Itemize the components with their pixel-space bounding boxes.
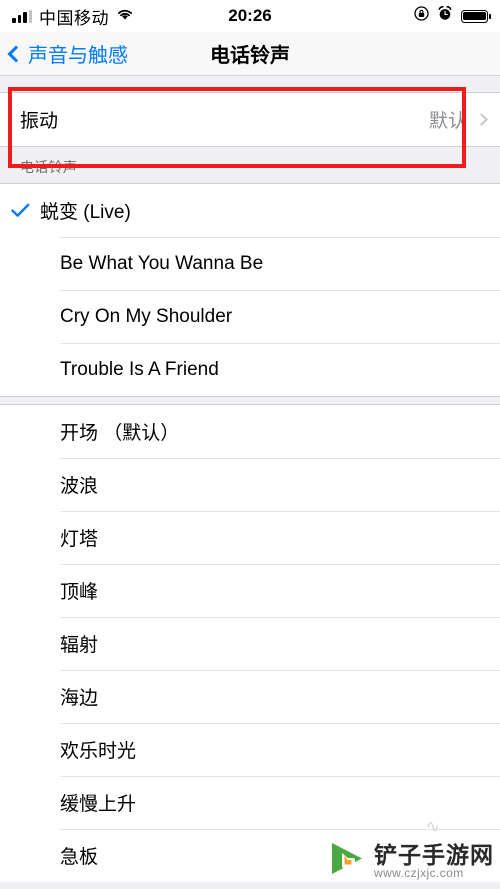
checkmark-icon bbox=[0, 203, 40, 218]
ringtone-row[interactable]: 辐射 bbox=[0, 617, 500, 670]
cursor-play-logo-icon bbox=[326, 840, 368, 883]
group-spacer bbox=[0, 397, 500, 404]
ringtone-label: 蜕变 (Live) bbox=[40, 202, 131, 223]
ringtone-label: Be What You Wanna Be bbox=[60, 252, 264, 274]
status-bar-right bbox=[414, 5, 491, 26]
battery-icon bbox=[461, 9, 491, 23]
ringtone-label: 缓慢上升 bbox=[60, 794, 137, 815]
ringtone-label: Cry On My Shoulder bbox=[60, 305, 233, 327]
watermark-text: 铲子手游网 www.czjxjc.com bbox=[374, 843, 494, 880]
vibration-value: 默认 bbox=[428, 111, 467, 132]
ringtone-group-custom: 蜕变 (Live) Be What You Wanna Be Cry On My… bbox=[0, 183, 500, 397]
ringtone-group-system: 开场 （默认） 波浪 灯塔 顶峰 辐射 海边 欢乐时光 缓慢上升 急板 bbox=[0, 404, 500, 882]
ringtone-row[interactable]: 顶峰 bbox=[0, 564, 500, 617]
carrier-label: 中国移动 bbox=[39, 8, 109, 28]
status-bar-left: 中国移动 bbox=[12, 4, 134, 29]
ringtone-label: 急板 bbox=[60, 847, 99, 868]
alarm-clock-icon bbox=[438, 5, 452, 26]
watermark: 铲子手游网 www.czjxjc.com bbox=[326, 840, 494, 883]
rotation-lock-icon bbox=[414, 6, 429, 26]
ringtone-row[interactable]: Trouble Is A Friend bbox=[0, 343, 500, 396]
back-button-label: 声音与触感 bbox=[28, 45, 128, 67]
vibration-row[interactable]: 振动 默认 bbox=[0, 93, 500, 146]
vibration-group: 振动 默认 bbox=[0, 92, 500, 147]
settings-list[interactable]: 振动 默认 电话铃声 蜕变 (Live) Be What You Wanna B… bbox=[0, 76, 500, 889]
chevron-right-icon bbox=[475, 113, 488, 126]
signal-bars-icon bbox=[12, 9, 32, 23]
ringtone-label: 顶峰 bbox=[60, 582, 99, 603]
ringtone-label: 灯塔 bbox=[60, 529, 99, 550]
ringtone-row[interactable]: 蜕变 (Live) bbox=[0, 184, 500, 237]
phone-screen: 中国移动 20:26 声音与触感 电话铃声 振动 默认 电话铃声 蜕变 (Liv… bbox=[0, 0, 500, 889]
ringtone-label: Trouble Is A Friend bbox=[60, 358, 219, 380]
vibration-label: 振动 bbox=[20, 111, 59, 132]
section-header-ringtones: 电话铃声 bbox=[0, 147, 500, 183]
ringtone-row[interactable]: 开场 （默认） bbox=[0, 405, 500, 458]
ringtone-row[interactable]: Be What You Wanna Be bbox=[0, 237, 500, 290]
ringtone-row[interactable]: Cry On My Shoulder bbox=[0, 290, 500, 343]
back-button[interactable]: 声音与触感 bbox=[7, 39, 128, 68]
ringtone-label: 开场 （默认） bbox=[60, 423, 180, 444]
ringtone-row[interactable]: 波浪 bbox=[0, 458, 500, 511]
status-bar: 中国移动 20:26 bbox=[0, 0, 500, 32]
watermark-url: www.czjxjc.com bbox=[374, 866, 464, 881]
watermark-title: 铲子手游网 bbox=[374, 842, 494, 869]
ringtone-row[interactable]: 灯塔 bbox=[0, 511, 500, 564]
top-spacer bbox=[0, 76, 500, 92]
chevron-left-icon bbox=[7, 45, 25, 62]
ringtone-row[interactable]: 海边 bbox=[0, 670, 500, 723]
squiggle-mark: ∿ bbox=[425, 817, 440, 836]
ringtone-label: 辐射 bbox=[60, 635, 99, 656]
navigation-bar: 声音与触感 电话铃声 bbox=[0, 32, 500, 76]
ringtone-row[interactable]: 欢乐时光 bbox=[0, 723, 500, 776]
ringtone-label: 海边 bbox=[60, 688, 99, 709]
ringtone-label: 欢乐时光 bbox=[60, 741, 137, 762]
wifi-icon bbox=[116, 7, 134, 26]
ringtone-label: 波浪 bbox=[60, 476, 99, 497]
